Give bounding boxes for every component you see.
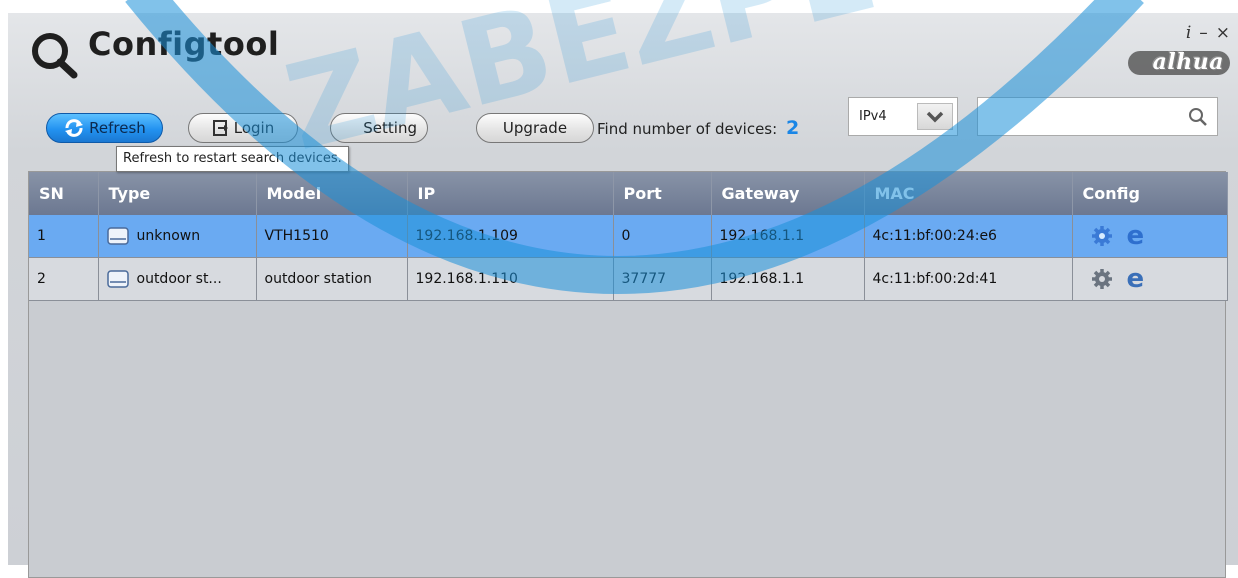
column-header-sn[interactable]: SN — [29, 172, 99, 215]
table-row[interactable]: 2 outdoor st... outdoor station 192.168.… — [29, 257, 1228, 301]
magnifier-logo-icon — [32, 33, 78, 79]
cell-gateway: 192.168.1.1 — [711, 257, 865, 301]
device-count-value: 2 — [785, 117, 800, 139]
cell-type-label: unknown — [136, 228, 201, 244]
column-header-mac[interactable]: MAC — [864, 172, 1073, 215]
table-row[interactable]: 1 unknown VTH1510 192.168.1.109 0 192.16… — [29, 215, 1228, 258]
app-title: Configtool — [88, 25, 280, 63]
ip-version-select[interactable]: IPv4 — [848, 97, 958, 136]
upgrade-button[interactable]: Upgrade — [476, 113, 594, 143]
column-header-port[interactable]: Port — [613, 172, 712, 215]
refresh-tooltip: Refresh to restart search devices. — [116, 146, 349, 172]
minimize-icon[interactable]: – — [1199, 23, 1208, 43]
column-header-gateway[interactable]: Gateway — [711, 172, 865, 215]
setting-label: Setting — [363, 119, 417, 137]
cell-config: e — [1072, 257, 1228, 301]
column-header-type[interactable]: Type — [98, 172, 257, 215]
setting-button[interactable]: Setting — [330, 113, 428, 143]
cell-port: 0 — [613, 215, 712, 258]
column-header-model[interactable]: Model — [256, 172, 408, 215]
search-icon — [1189, 107, 1207, 126]
column-header-config[interactable]: Config — [1072, 172, 1228, 215]
cell-sn: 2 — [29, 257, 99, 301]
title-bar: Configtool i – × alhua — [8, 13, 1238, 83]
gear-icon[interactable] — [1091, 268, 1113, 290]
close-icon[interactable]: × — [1216, 23, 1230, 43]
cell-gateway: 192.168.1.1 — [711, 215, 865, 258]
cell-model: VTH1510 — [256, 215, 408, 258]
web-browser-icon[interactable]: e — [1127, 223, 1145, 249]
cell-mac: 4c:11:bf:00:2d:41 — [864, 257, 1073, 301]
device-icon — [106, 270, 129, 288]
window-controls: i – × — [1186, 23, 1230, 43]
info-icon[interactable]: i — [1186, 23, 1191, 43]
ip-version-dropdown-button[interactable] — [917, 103, 953, 130]
gear-icon[interactable] — [1091, 225, 1113, 247]
column-header-ip[interactable]: IP — [407, 172, 614, 215]
login-button[interactable]: Login — [188, 113, 298, 143]
search-button[interactable] — [1180, 100, 1216, 133]
configtool-window: Configtool i – × alhua Refresh Login Set… — [8, 13, 1238, 578]
device-count-label: Find number of devices: 2 — [597, 113, 799, 144]
cell-mac: 4c:11:bf:00:24:e6 — [864, 215, 1073, 258]
cell-sn: 1 — [29, 215, 99, 258]
chevron-down-icon — [926, 111, 944, 122]
login-label: Login — [233, 119, 275, 137]
cell-model: outdoor station — [256, 257, 408, 301]
cell-type-label: outdoor st... — [136, 271, 222, 287]
web-browser-icon[interactable]: e — [1127, 266, 1145, 292]
refresh-button[interactable]: Refresh — [46, 113, 163, 143]
device-icon — [106, 227, 129, 245]
refresh-label: Refresh — [89, 119, 146, 137]
ip-version-value: IPv4 — [859, 109, 887, 124]
device-table-grid: SN Type Model IP Port Gateway MAC Config… — [29, 172, 1228, 301]
device-count-text: Find number of devices: — [597, 120, 778, 138]
cell-type: outdoor st... — [98, 257, 257, 301]
login-icon — [212, 120, 228, 136]
cell-ip: 192.168.1.110 — [407, 257, 614, 301]
device-table: SN Type Model IP Port Gateway MAC Config… — [28, 171, 1228, 578]
cell-ip: 192.168.1.109 — [407, 215, 614, 258]
refresh-icon — [65, 119, 84, 137]
cell-port: 37777 — [613, 257, 712, 301]
table-header: SN Type Model IP Port Gateway MAC Config — [29, 172, 1228, 215]
cell-type: unknown — [98, 215, 257, 258]
cell-config: e — [1072, 215, 1228, 258]
brand-text: alhua — [1152, 49, 1224, 75]
brand-logo: alhua — [1126, 49, 1232, 77]
upgrade-label: Upgrade — [502, 119, 568, 137]
